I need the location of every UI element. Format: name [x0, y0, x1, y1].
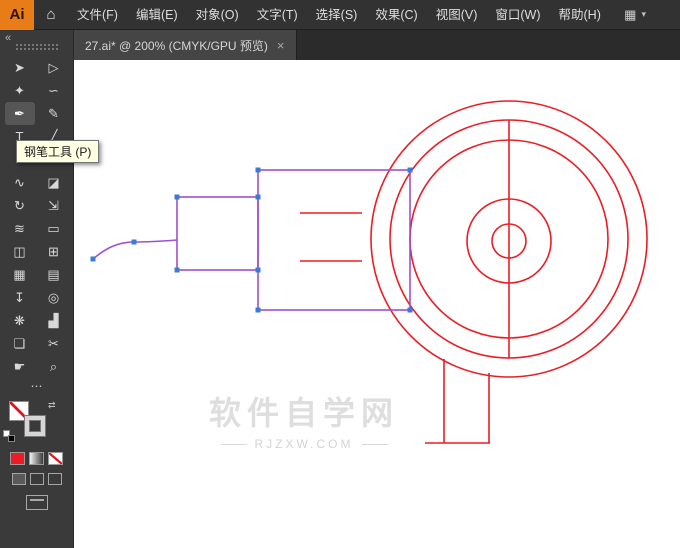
zoom-tool[interactable]: ⌕	[39, 355, 69, 378]
anchor-point[interactable]	[255, 167, 261, 173]
pen-tool[interactable]: ✒	[4, 102, 35, 125]
swap-fill-stroke-icon[interactable]: ⇄	[48, 400, 56, 411]
draw-inside-button[interactable]	[47, 473, 62, 485]
perspective-grid-tool[interactable]: ⊞	[39, 240, 69, 263]
red-shapes[interactable]	[300, 100, 648, 444]
menu-items: 文件(F) 编辑(E) 对象(O) 文字(T) 选择(S) 效果(C) 视图(V) 窗口(W)…	[68, 0, 610, 30]
artboard-tool[interactable]: ❏	[5, 332, 35, 355]
document-tab[interactable]: 27.ai* @ 200% (CMYK/GPU 预览) ×	[74, 30, 297, 60]
draw-normal-button[interactable]	[11, 473, 26, 485]
illustrator-window: Ai ⌂ 文件(F) 编辑(E) 对象(O) 文字(T) 选择(S) 效果(C) 视图(V)…	[0, 0, 680, 548]
tooltip: 钢笔工具 (P)	[16, 140, 100, 163]
gradient-tool[interactable]: ▤	[39, 263, 69, 286]
document-tab-title: 27.ai* @ 200% (CMYK/GPU 预览)	[85, 38, 268, 53]
rotate-tool[interactable]: ↻	[5, 194, 35, 217]
hand-tool[interactable]: ☛	[5, 355, 35, 378]
change-screen-mode-button[interactable]	[25, 495, 48, 510]
draw-behind-button[interactable]	[29, 473, 44, 485]
anchor-point[interactable]	[174, 194, 180, 200]
workspace-switcher[interactable]: ▦ ▾	[624, 7, 646, 23]
lasso-tool[interactable]: ∽	[39, 79, 69, 102]
paint-mode-row	[10, 452, 63, 465]
menu-file[interactable]: 文件(F)	[68, 0, 127, 30]
tool-grid: ➤▷✦∽✒✎T╱○✐∿◪↻⇲≋▭◫⊞▦▤↧◎❋▟❏✂☛⌕	[4, 56, 69, 378]
anchor-point[interactable]	[255, 307, 261, 313]
canvas[interactable]: 软件自学网 RJZXW.COM	[74, 60, 680, 548]
shaper-tool[interactable]: ∿	[5, 171, 35, 194]
symbol-sprayer-tool[interactable]: ❋	[5, 309, 35, 332]
home-icon[interactable]: ⌂	[34, 0, 68, 30]
neck-rectangle[interactable]	[176, 196, 259, 271]
scale-tool[interactable]: ⇲	[39, 194, 69, 217]
anchor-point[interactable]	[407, 167, 413, 173]
anchor-point[interactable]	[174, 267, 180, 273]
tools-panel: « ➤▷✦∽✒✎T╱○✐∿◪↻⇲≋▭◫⊞▦▤↧◎❋▟❏✂☛⌕ ⋯ ⇄	[0, 30, 74, 548]
menu-bar: Ai ⌂ 文件(F) 编辑(E) 对象(O) 文字(T) 选择(S) 效果(C) 视图(V)…	[0, 0, 680, 30]
eraser-tool[interactable]: ◪	[39, 171, 69, 194]
app-logo: Ai	[0, 0, 34, 30]
purple-shapes[interactable]	[92, 169, 411, 311]
width-tool[interactable]: ≋	[5, 217, 35, 240]
menu-view[interactable]: 视图(V)	[427, 0, 487, 30]
color-proxy-button[interactable]	[10, 452, 25, 465]
default-stroke-square	[8, 435, 15, 442]
tools-panel-header: «	[0, 30, 73, 56]
menu-window[interactable]: 窗口(W)	[486, 0, 549, 30]
curvature-tool[interactable]: ✎	[39, 102, 69, 125]
menu-help[interactable]: 帮助(H)	[550, 0, 610, 30]
free-transform-tool[interactable]: ▭	[39, 217, 69, 240]
blend-tool[interactable]: ◎	[39, 286, 69, 309]
body-rectangle[interactable]	[257, 169, 411, 311]
menu-effect[interactable]: 效果(C)	[366, 0, 426, 30]
panel-drag-grip[interactable]	[15, 43, 59, 50]
anchor-point[interactable]	[407, 307, 413, 313]
gradient-proxy-button[interactable]	[29, 452, 44, 465]
menu-type[interactable]: 文字(T)	[248, 0, 307, 30]
tooltip-text: 钢笔工具 (P)	[24, 145, 92, 159]
workspace-grid-icon: ▦	[624, 6, 637, 22]
anchor-point[interactable]	[131, 239, 137, 245]
menu-object[interactable]: 对象(O)	[187, 0, 248, 30]
document-tab-bar: 27.ai* @ 200% (CMYK/GPU 预览) ×	[74, 30, 680, 60]
direct-selection-tool[interactable]: ▷	[39, 56, 69, 79]
column-graph-tool[interactable]: ▟	[39, 309, 69, 332]
anchor-point[interactable]	[90, 256, 96, 262]
swatch-area: ⇄	[0, 398, 73, 446]
none-proxy-button[interactable]	[48, 452, 63, 465]
slice-tool[interactable]: ✂	[39, 332, 69, 355]
anchor-points[interactable]	[90, 167, 413, 313]
draw-mode-row	[11, 473, 62, 485]
selection-tool[interactable]: ➤	[5, 56, 35, 79]
eyedropper-tool[interactable]: ↧	[5, 286, 35, 309]
close-icon[interactable]: ×	[277, 39, 285, 52]
anchor-point[interactable]	[255, 194, 261, 200]
shape-builder-tool[interactable]: ◫	[5, 240, 35, 263]
menu-select[interactable]: 选择(S)	[307, 0, 367, 30]
stroke-swatch[interactable]	[25, 416, 45, 436]
collapse-panel-icon[interactable]: «	[5, 32, 11, 44]
anchor-point[interactable]	[255, 267, 261, 273]
artwork-canvas	[90, 100, 648, 444]
mesh-tool[interactable]: ▦	[5, 263, 35, 286]
edit-toolbar-button[interactable]: ⋯	[31, 380, 43, 394]
chevron-down-icon: ▾	[641, 9, 646, 19]
default-fill-stroke-icon[interactable]	[3, 430, 15, 442]
magic-wand-tool[interactable]: ✦	[5, 79, 35, 102]
menu-edit[interactable]: 编辑(E)	[127, 0, 187, 30]
